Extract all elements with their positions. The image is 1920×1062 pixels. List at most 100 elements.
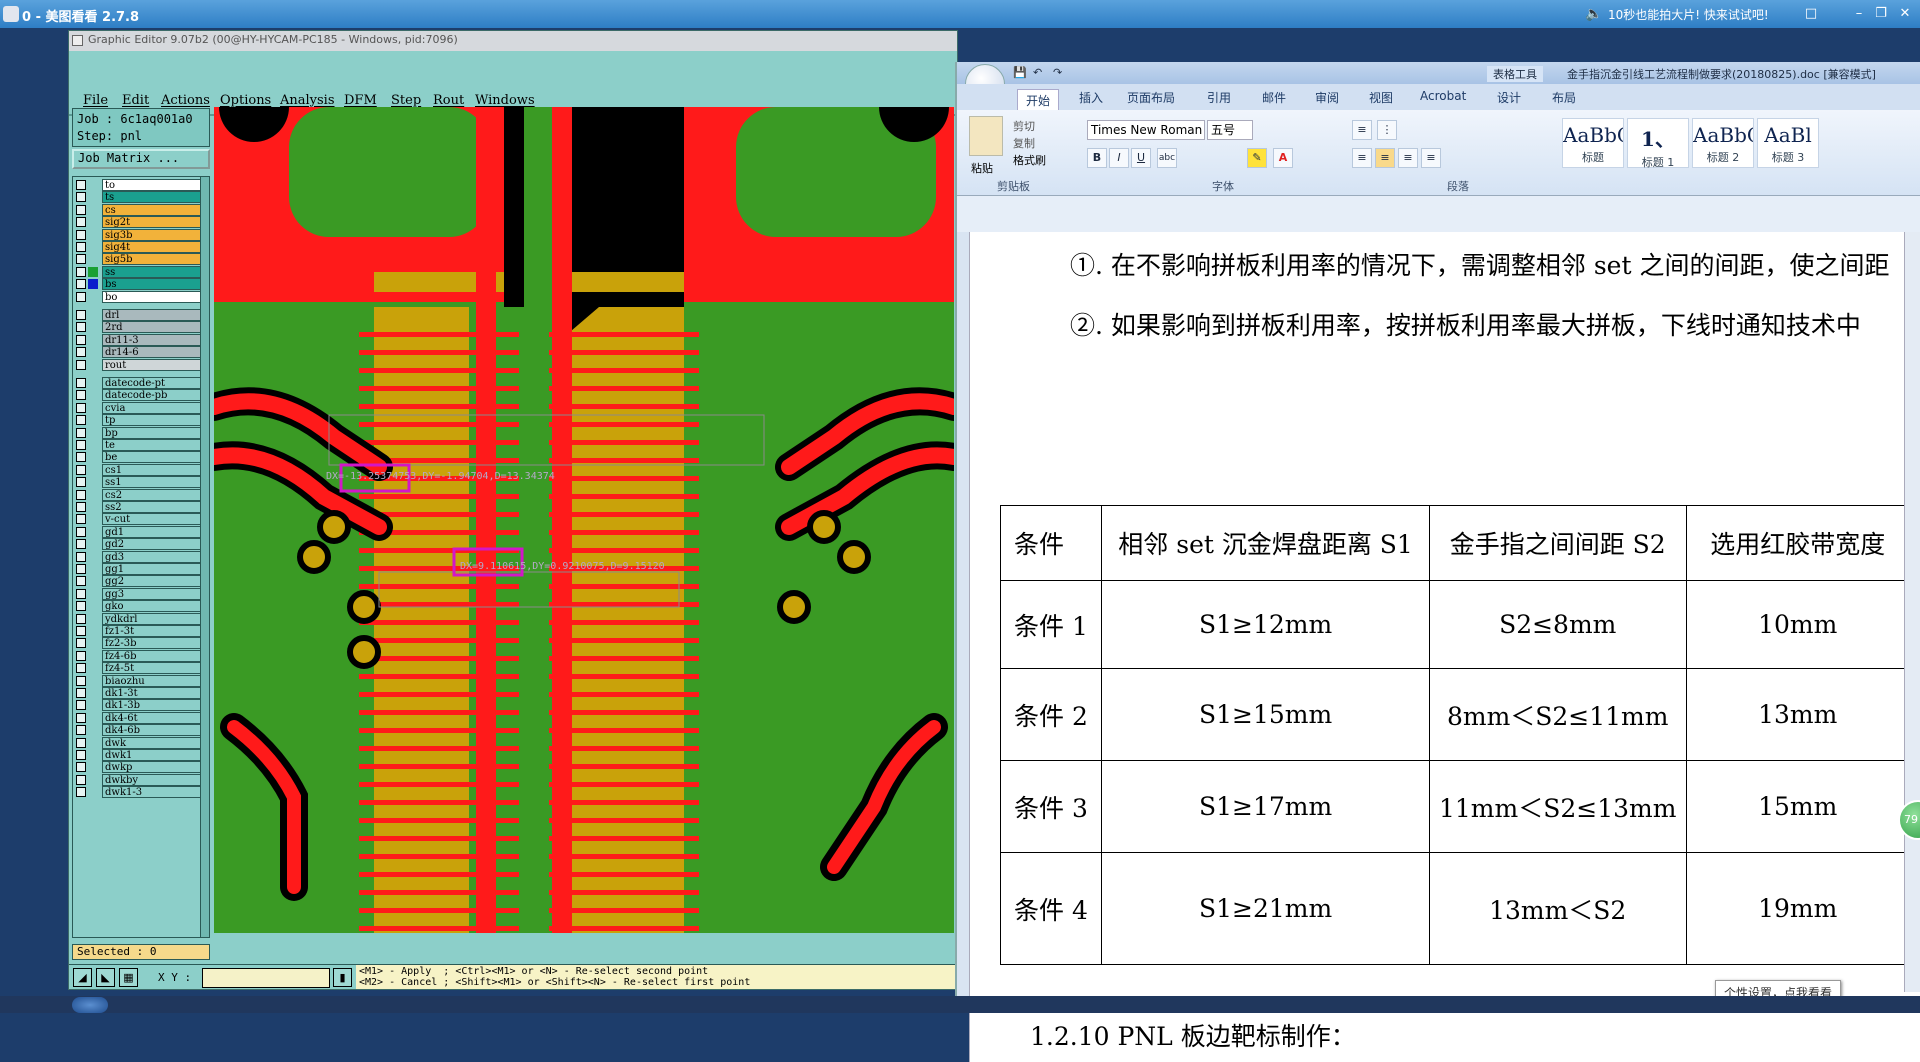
layer-affected-indicator[interactable] [88,725,98,735]
layer-row[interactable]: sig5b [76,253,206,266]
layer-checkbox[interactable] [76,762,86,773]
layer-name[interactable]: gko [102,600,206,613]
layer-checkbox[interactable] [76,440,86,450]
save-icon[interactable]: 💾 [1013,66,1027,79]
layer-affected-indicator[interactable] [88,440,98,450]
layer-checkbox[interactable] [76,712,86,723]
layer-affected-indicator[interactable] [88,205,98,215]
xy-input[interactable] [202,968,330,988]
layer-affected-indicator[interactable] [88,428,98,438]
bullets-icon[interactable]: ≡ [1352,120,1372,140]
layer-checkbox[interactable] [76,613,86,624]
layer-name[interactable]: gg2 [102,575,206,588]
layer-name[interactable]: dwk [102,736,206,749]
layer-name[interactable]: gd1 [102,525,206,538]
layer-row[interactable]: datecode-pt [76,377,206,389]
layer-affected-indicator[interactable] [88,217,98,227]
layer-name[interactable]: bo [102,290,206,303]
layer-row[interactable]: rout [76,358,206,371]
layer-row[interactable]: gg1 [76,563,206,575]
layer-name[interactable]: be [102,451,206,464]
layer-name[interactable]: ss2 [102,501,206,513]
layer-name[interactable]: cs2 [102,488,206,501]
layer-affected-indicator[interactable] [88,700,98,710]
layer-checkbox[interactable] [76,204,86,215]
layer-checkbox[interactable] [76,626,86,636]
layer-name[interactable]: dk1-3b [102,699,206,712]
layer-name[interactable]: rout [102,358,206,371]
layer-affected-indicator[interactable] [88,502,98,512]
layer-name[interactable]: dk1-3t [102,687,206,699]
layer-affected-indicator[interactable] [88,514,98,524]
layer-checkbox[interactable] [76,650,86,661]
style-title[interactable]: AaBbC 标题 [1562,118,1624,168]
layer-checkbox[interactable] [76,551,86,562]
layer-name[interactable]: te [102,439,206,451]
layer-name[interactable]: sig3b [102,228,206,241]
layer-checkbox[interactable] [76,700,86,711]
layer-name[interactable]: dwk1 [102,749,206,761]
layer-affected-indicator[interactable] [88,576,98,586]
promo-text[interactable]: 10秒也能拍大片! 快来试试吧! [1608,6,1769,23]
layer-name[interactable]: dr11-3 [102,333,206,346]
layer-row[interactable]: dr14-6 [76,346,206,359]
strike-button[interactable]: abc [1157,148,1177,168]
font-name-select[interactable]: Times New Roman [1087,120,1205,140]
layer-row[interactable]: dwkp [76,761,206,774]
layer-row[interactable]: cvia [76,401,206,414]
layer-name[interactable]: bp [102,426,206,439]
align-right-icon[interactable]: ≡ [1398,148,1418,168]
paste-icon[interactable] [969,116,1003,156]
layer-row[interactable]: fz4-6b [76,649,206,662]
layer-row[interactable]: fz4-5t [76,662,206,675]
layer-row[interactable]: gg2 [76,575,206,588]
menu-actions[interactable]: Actions [161,93,210,108]
layer-checkbox[interactable] [76,192,86,203]
layer-affected-indicator[interactable] [88,527,98,537]
layer-affected-indicator[interactable] [88,713,98,723]
layer-checkbox[interactable] [76,402,86,413]
layer-name[interactable]: biaozhu [102,674,206,687]
layer-affected-indicator[interactable] [88,738,98,748]
layer-checkbox[interactable] [76,359,86,370]
layer-affected-indicator[interactable] [88,465,98,475]
menu-rout[interactable]: Rout [433,93,464,108]
layer-affected-indicator[interactable] [88,651,98,661]
layer-affected-indicator[interactable] [88,279,98,290]
layer-row[interactable]: gd2 [76,538,206,551]
format-painter-button[interactable]: 格式刷 [1013,152,1046,168]
tab-home[interactable]: 开始 [1017,89,1060,111]
layer-row[interactable]: ydkdrl [76,612,206,625]
layer-affected-indicator[interactable] [88,335,98,345]
layer-row[interactable]: gd3 [76,550,206,563]
layer-checkbox[interactable] [76,787,86,798]
style-heading1[interactable]: 1、 标题 1 [1627,118,1689,169]
tab-table-layout[interactable]: 布局 [1552,89,1576,106]
maximize-button[interactable]: ❐ [1870,4,1892,24]
italic-button[interactable]: I [1109,148,1129,168]
layer-affected-indicator[interactable] [88,564,98,574]
layer-row[interactable]: gd1 [76,525,206,538]
layer-name[interactable]: cs1 [102,463,206,476]
layer-name[interactable]: ydkdrl [102,612,206,625]
layer-name[interactable]: datecode-pb [102,389,206,402]
layer-checkbox[interactable] [76,180,86,190]
layer-checkbox[interactable] [76,378,86,388]
layer-checkbox[interactable] [76,310,86,320]
layer-row[interactable]: 2rd [76,321,206,334]
undo-icon[interactable]: ↶ [1033,66,1042,79]
pan-icon[interactable]: ◣ [96,968,115,987]
layer-name[interactable]: drl [102,309,206,321]
snap-icon[interactable]: ▮ [333,968,352,987]
layer-checkbox[interactable] [76,477,86,488]
layer-checkbox[interactable] [76,539,86,550]
layer-row[interactable]: datecode-pb [76,389,206,402]
layer-checkbox[interactable] [76,390,86,401]
layer-row[interactable]: dr11-3 [76,333,206,346]
layer-affected-indicator[interactable] [88,614,98,624]
layer-checkbox[interactable] [76,564,86,574]
layer-name[interactable]: dwkp [102,761,206,774]
layer-checkbox[interactable] [76,452,86,463]
layer-affected-indicator[interactable] [88,403,98,413]
layer-checkbox[interactable] [76,242,86,252]
